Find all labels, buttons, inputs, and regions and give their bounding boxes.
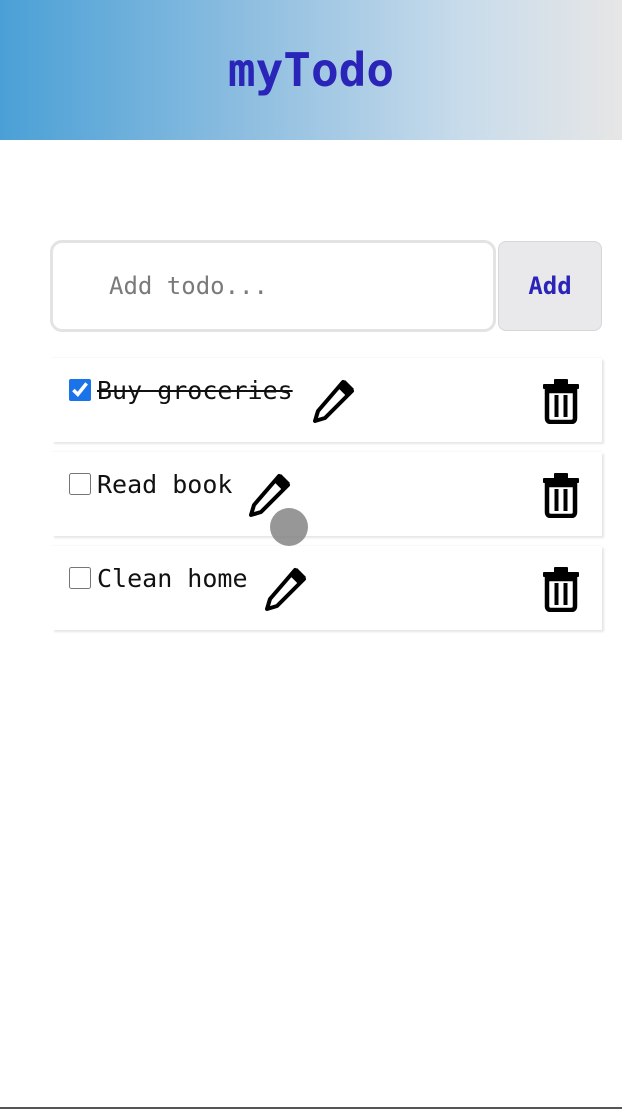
todo-item: Read book	[52, 452, 602, 536]
todo-list: Buy groceries Read book Clean home	[52, 358, 602, 640]
add-todo-form: Add	[50, 240, 602, 332]
todo-checkbox[interactable]	[69, 567, 91, 589]
todo-item: Buy groceries	[52, 358, 602, 442]
pencil-icon[interactable]	[310, 378, 356, 424]
todo-app: myTodo Add Buy groceries	[0, 0, 622, 1110]
todo-checkbox[interactable]	[69, 379, 91, 401]
add-button[interactable]: Add	[498, 241, 602, 331]
todo-label: Buy groceries	[97, 376, 293, 405]
bottom-divider	[0, 1107, 622, 1109]
todo-label: Read book	[97, 470, 233, 499]
app-header: myTodo	[0, 0, 622, 140]
touch-indicator	[270, 508, 308, 546]
todo-label: Clean home	[97, 564, 248, 593]
todo-checkbox[interactable]	[69, 473, 91, 495]
trash-icon[interactable]	[542, 472, 580, 518]
app-title: myTodo	[227, 43, 395, 97]
pencil-icon[interactable]	[262, 566, 308, 612]
add-todo-input[interactable]	[50, 240, 496, 332]
trash-icon[interactable]	[542, 566, 580, 612]
todo-item: Clean home	[52, 546, 602, 630]
trash-icon[interactable]	[542, 378, 580, 424]
